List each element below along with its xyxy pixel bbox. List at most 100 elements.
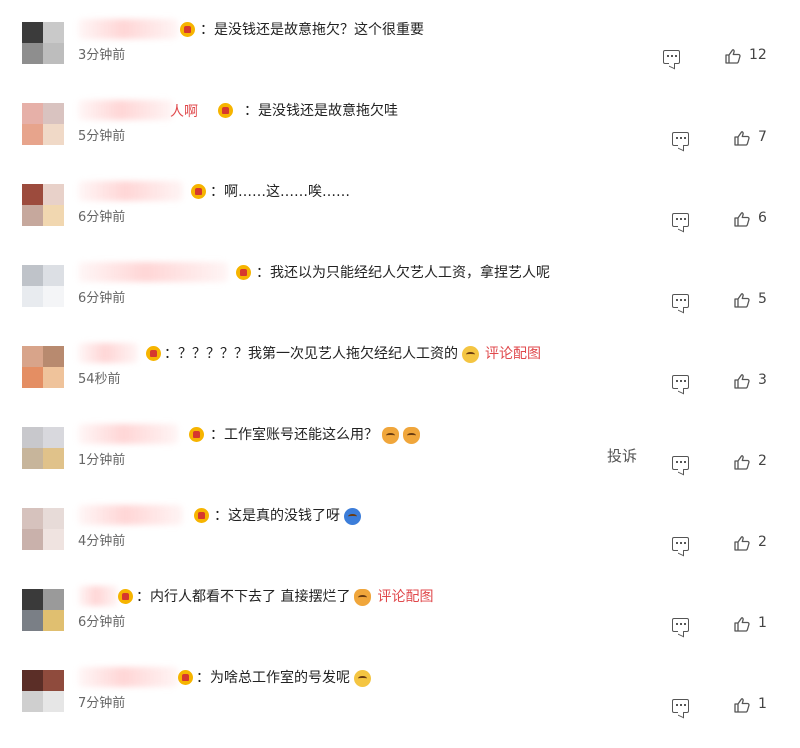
thumbs-up-icon[interactable]	[725, 49, 741, 64]
avatar[interactable]	[22, 589, 64, 631]
like-count: 3	[758, 372, 767, 388]
username-blurred[interactable]	[78, 262, 228, 282]
comment-body: ：这是真的没钱了呀	[214, 508, 340, 524]
comment-body: ：我还以为只能经纪人欠艺人工资，拿捏艺人呢	[256, 265, 550, 281]
comment-text: ：啊……这……唉……	[210, 182, 350, 202]
thumbs-up-icon[interactable]	[734, 455, 750, 470]
report-button[interactable]: 投诉	[607, 445, 637, 466]
vip-crown-icon	[146, 346, 161, 361]
comment-text: ：为啥总工作室的号发呢	[196, 668, 371, 688]
comment-time: 5分钟前	[78, 129, 126, 144]
like-count: 5	[758, 291, 767, 307]
username-blurred[interactable]	[78, 667, 178, 687]
comment-time: 6分钟前	[78, 291, 126, 306]
comment-body: ：是没钱还是故意拖欠？这个很重要	[200, 22, 424, 38]
comment-item: ：工作室账号还能这么用？ 1分钟前 投诉 2	[0, 424, 800, 505]
avatar[interactable]	[22, 346, 64, 388]
username-blurred[interactable]	[78, 343, 138, 363]
comment-bubble-icon[interactable]	[672, 375, 689, 389]
comment-time: 4分钟前	[78, 534, 126, 549]
cat-emoji-icon	[354, 588, 372, 606]
vip-crown-icon	[180, 22, 195, 37]
comment-bubble-icon[interactable]	[672, 294, 689, 308]
comment-item: ：啊……这……唉…… 6分钟前 6	[0, 181, 800, 262]
comment-text: ：工作室账号还能这么用？	[210, 425, 420, 445]
comment-time: 6分钟前	[78, 615, 126, 630]
smile-emoji-icon	[462, 345, 479, 363]
comment-item: ：为啥总工作室的号发呢 7分钟前 1	[0, 667, 800, 748]
cat-emoji-icon	[382, 426, 399, 444]
comment-bubble-icon[interactable]	[672, 618, 689, 632]
comment-bubble-icon[interactable]	[672, 456, 689, 470]
thumbs-up-icon[interactable]	[734, 293, 750, 308]
comment-bubble-icon[interactable]	[663, 50, 680, 64]
like-count: 6	[758, 210, 767, 226]
comment-image-link[interactable]: 评论配图	[485, 344, 541, 364]
like-count: 7	[758, 129, 767, 145]
comment-text: ：我还以为只能经纪人欠艺人工资，拿捏艺人呢	[256, 263, 550, 283]
comment-body: ：内行人都看不下去了 直接摆烂了	[136, 589, 351, 605]
comment-item: ：内行人都看不下去了 直接摆烂了 评论配图 6分钟前 1	[0, 586, 800, 667]
avatar[interactable]	[22, 508, 64, 550]
vip-crown-icon	[236, 265, 251, 280]
comment-text: ：是没钱还是故意拖欠？这个很重要	[200, 20, 424, 40]
comment-item: ：是没钱还是故意拖欠？这个很重要 3分钟前 12	[0, 19, 800, 100]
like-count: 1	[758, 615, 767, 631]
vip-crown-icon	[118, 589, 133, 604]
thumbs-up-icon[interactable]	[734, 212, 750, 227]
avatar[interactable]	[22, 265, 64, 307]
comment-text: ：是没钱还是故意拖欠哇	[244, 101, 398, 121]
comment-text: ：内行人都看不下去了 直接摆烂了 评论配图	[136, 587, 433, 607]
comment-time: 54秒前	[78, 372, 121, 387]
username-blurred[interactable]	[78, 100, 173, 120]
username-blurred[interactable]	[78, 586, 118, 606]
comment-body: ：工作室账号还能这么用？	[210, 427, 378, 443]
thumbs-up-icon[interactable]	[734, 617, 750, 632]
username-blurred[interactable]	[78, 424, 178, 444]
thumbs-up-icon[interactable]	[734, 131, 750, 146]
comment-body: ：是没钱还是故意拖欠哇	[244, 103, 398, 119]
cat-emoji-icon	[403, 426, 420, 444]
avatar[interactable]	[22, 427, 64, 469]
comment-text: ：？？？？？我第一次见艺人拖欠经纪人工资的 评论配图	[164, 344, 541, 364]
username-blurred[interactable]	[78, 181, 183, 201]
avatar[interactable]	[22, 22, 64, 64]
avatar[interactable]	[22, 670, 64, 712]
smile-emoji-icon	[354, 669, 371, 687]
comment-body: ：啊……这……唉……	[210, 184, 350, 200]
comment-bubble-icon[interactable]	[672, 213, 689, 227]
like-count: 12	[749, 47, 767, 63]
username-blurred[interactable]	[78, 19, 178, 39]
thumbs-up-icon[interactable]	[734, 374, 750, 389]
vip-crown-icon	[178, 670, 193, 685]
comment-item: 人啊 ：是没钱还是故意拖欠哇 5分钟前 7	[0, 100, 800, 181]
comment-bubble-icon[interactable]	[672, 699, 689, 713]
comment-item: ：？？？？？我第一次见艺人拖欠经纪人工资的 评论配图 54秒前 3	[0, 343, 800, 424]
comment-item: ：我还以为只能经纪人欠艺人工资，拿捏艺人呢 6分钟前 5	[0, 262, 800, 343]
thumbs-up-icon[interactable]	[734, 536, 750, 551]
avatar[interactable]	[22, 103, 64, 145]
comment-time: 1分钟前	[78, 453, 126, 468]
comment-image-link[interactable]: 评论配图	[377, 587, 433, 607]
comment-text: ：这是真的没钱了呀	[214, 506, 361, 526]
comment-item: ：这是真的没钱了呀 4分钟前 2	[0, 505, 800, 586]
vip-crown-icon	[189, 427, 204, 442]
comment-bubble-icon[interactable]	[672, 132, 689, 146]
avatar[interactable]	[22, 184, 64, 226]
thumbs-up-icon[interactable]	[734, 698, 750, 713]
username-blurred[interactable]	[78, 505, 183, 525]
comment-bubble-icon[interactable]	[672, 537, 689, 551]
like-count: 1	[758, 696, 767, 712]
comment-time: 6分钟前	[78, 210, 126, 225]
comment-body: ：为啥总工作室的号发呢	[196, 670, 350, 686]
vip-crown-icon	[194, 508, 209, 523]
like-count: 2	[758, 534, 767, 550]
like-count: 2	[758, 453, 767, 469]
vip-crown-icon	[218, 103, 233, 118]
username-fragment[interactable]: 人啊	[170, 101, 198, 121]
vip-crown-icon	[191, 184, 206, 199]
comment-time: 3分钟前	[78, 48, 126, 63]
comment-body: ：？？？？？我第一次见艺人拖欠经纪人工资的	[164, 346, 458, 362]
blue-emoji-icon	[344, 507, 361, 525]
comment-time: 7分钟前	[78, 696, 126, 711]
